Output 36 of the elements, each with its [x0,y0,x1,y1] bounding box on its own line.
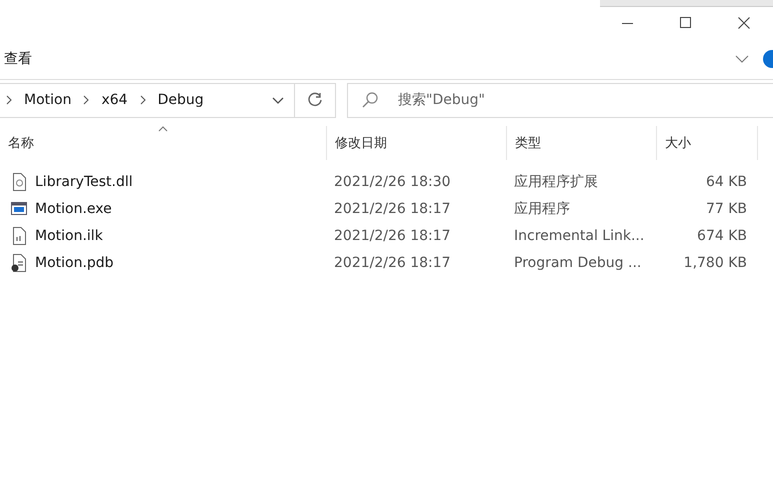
file-type: 应用程序 [514,200,570,216]
modified-date: 2021/2/26 18:30 [334,174,451,190]
file-name[interactable]: Motion.ilk [35,228,103,244]
file-type: 应用程序扩展 [514,174,598,190]
file-size: 64 KB [706,174,747,190]
modified-date: 2021/2/26 18:17 [334,200,451,216]
modified-date: 2021/2/26 18:17 [334,228,451,244]
address-bar[interactable]: Motion x64 Debug [0,82,295,118]
file-size: 1,780 KB [684,254,747,270]
search-field[interactable]: 搜索"Debug" [347,82,773,118]
dropdown-icon[interactable] [272,96,284,104]
file-name[interactable]: Motion.exe [35,200,112,216]
chevron-right-icon[interactable] [6,95,12,105]
chevron-right-icon[interactable] [83,95,90,105]
maximize-icon [680,17,692,29]
file-name[interactable]: LibraryTest.dll [35,174,133,190]
view-tab[interactable]: 查看 [4,50,32,68]
column-header[interactable]: 名称 [0,126,327,160]
refresh-button[interactable] [295,82,336,118]
modified-date: 2021/2/26 18:17 [334,254,451,270]
column-header[interactable]: 类型 [507,126,657,160]
column-header[interactable]: 大小 [657,126,758,160]
file-size: 77 KB [706,200,747,216]
breadcrumb-item[interactable]: x64 [101,92,128,108]
close-icon [738,17,750,29]
file-type: Program Debug ... [514,254,642,270]
refresh-icon [307,92,323,108]
chevron-down-icon[interactable] [735,55,749,63]
file-size: 674 KB [697,228,747,244]
breadcrumb-item[interactable]: Debug [158,92,204,108]
breadcrumb-item[interactable]: Motion [24,92,72,108]
column-header[interactable]: 修改日期 [327,126,507,160]
chevron-right-icon[interactable] [140,95,146,105]
file-name[interactable]: Motion.pdb [35,254,114,270]
file-type: Incremental Link... [514,228,644,244]
search-icon [361,90,379,108]
